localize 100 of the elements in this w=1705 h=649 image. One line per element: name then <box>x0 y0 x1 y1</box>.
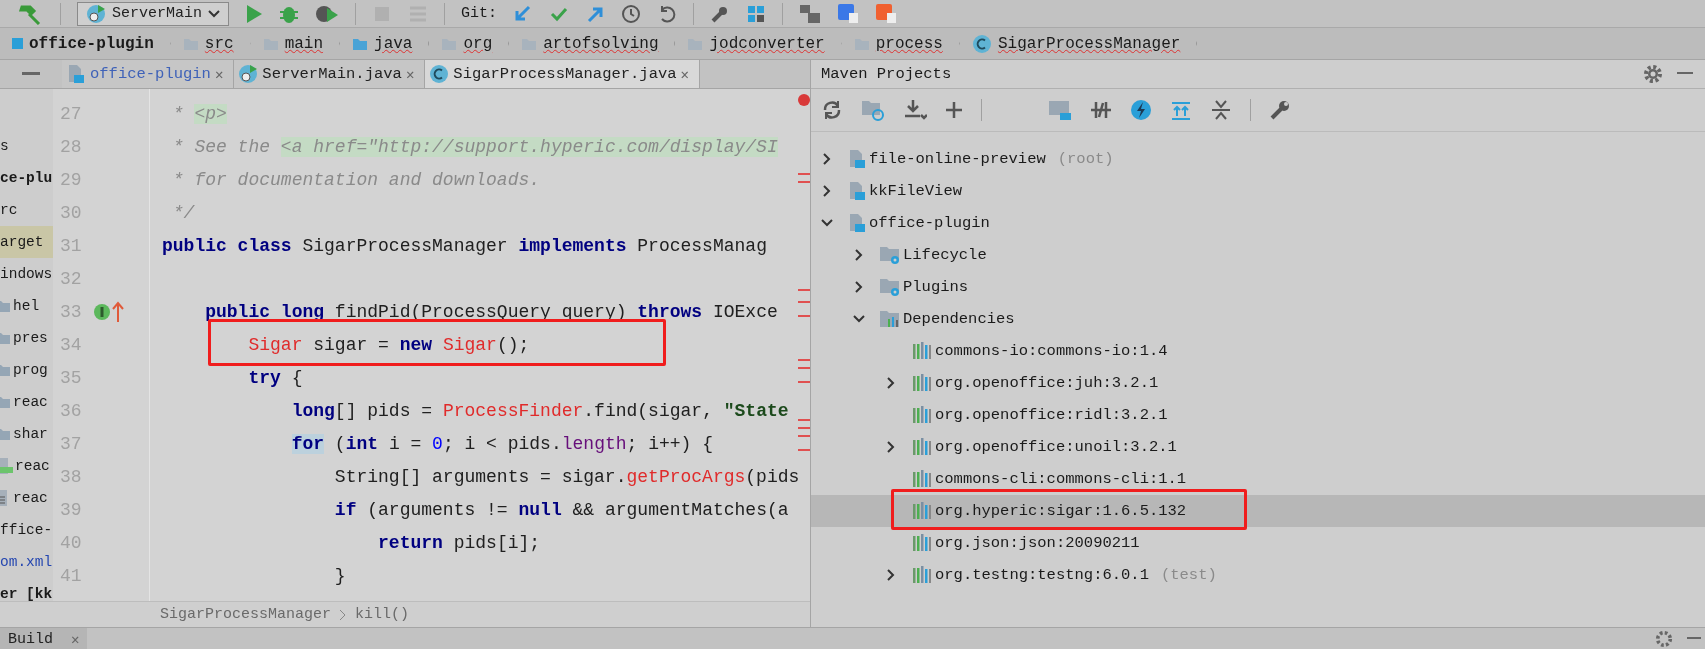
minimize-icon[interactable] <box>1687 637 1701 641</box>
tree-item-label: Lifecycle <box>903 246 987 264</box>
breadcrumb-item[interactable]: main <box>250 28 341 59</box>
project-tree-item[interactable]: shar <box>13 426 48 442</box>
project-tree-item[interactable]: ce-plu <box>0 170 53 186</box>
project-tree-item[interactable]: reac <box>15 458 50 474</box>
collapse-all-icon[interactable] <box>1210 99 1232 121</box>
folder-icon <box>352 36 369 51</box>
tree-item-label: kkFileView <box>869 182 962 200</box>
tree-item-label: commons-io:commons-io:1.4 <box>935 342 1168 360</box>
folder-gear-icon <box>879 277 901 297</box>
project-tree-item[interactable]: ffice- <box>0 522 53 538</box>
implements-marker-icon[interactable] <box>91 299 126 324</box>
project-tree-item[interactable]: prog <box>13 362 48 378</box>
code-line: public class SigarProcessManager implements ProcessManag <box>162 235 767 256</box>
tree-item-label: org.openoffice:juh:3.2.1 <box>935 374 1159 392</box>
breadcrumb-item[interactable]: java <box>340 28 430 59</box>
tree-item-label: org.json:json:20090211 <box>935 534 1140 552</box>
breadcrumb-item[interactable]: process <box>841 28 960 59</box>
breadcrumb-item[interactable]: src <box>170 28 251 59</box>
code-line: String[] arguments = sigar.getProcArgs(pids <box>333 466 800 487</box>
tree-row[interactable]: kkFileView <box>811 175 1705 207</box>
code-line: if (arguments != null && argumentMatches(a <box>333 499 789 520</box>
library-icon <box>911 469 933 489</box>
add-icon[interactable] <box>945 101 963 119</box>
structure-icon[interactable] <box>746 3 767 24</box>
coverage-icon[interactable] <box>315 3 339 24</box>
breadcrumb-item[interactable]: kill() <box>355 606 410 623</box>
library-icon <box>911 437 933 457</box>
history-clock-icon[interactable] <box>621 3 642 24</box>
code-line: return pids[i]; <box>377 532 541 553</box>
project-tree-item[interactable]: s <box>0 138 9 154</box>
project-tree-item[interactable]: reac <box>13 490 48 506</box>
breadcrumb-item[interactable]: jodconverter <box>675 28 842 59</box>
code-line: } <box>333 565 346 586</box>
tree-item-label: org.openoffice:unoil:3.2.1 <box>935 438 1177 456</box>
panel-title: Maven Projects <box>821 65 953 83</box>
project-tree-item[interactable]: om.xml <box>0 554 53 570</box>
tree-row[interactable]: org.hyperic:sigar:1.6.5.132 <box>811 495 1705 527</box>
folder-gear-icon <box>879 245 901 265</box>
code-line: long[] pids = ProcessFinder.find(sigar, "State <box>290 400 789 421</box>
project-tree-item[interactable]: hel <box>13 298 40 314</box>
tree-row[interactable]: commons-cli:commons-cli:1.1 <box>811 463 1705 495</box>
tree-item-label: org.hyperic:sigar:1.6.5.132 <box>935 502 1187 520</box>
toggle-offline-icon[interactable] <box>1090 99 1112 121</box>
code-line: for (int i = 0; i < pids.length; i++) { <box>290 433 713 454</box>
minimize-icon[interactable] <box>22 72 40 76</box>
tree-row[interactable]: commons-io:commons-io:1.4 <box>811 335 1705 367</box>
editor-tab[interactable]: ServerMain.java ✕ <box>234 60 426 88</box>
refresh-icon[interactable] <box>821 99 843 121</box>
tree-row[interactable]: org.json:json:20090211 <box>811 527 1705 559</box>
editor-tab[interactable]: SigarProcessManager.java ✕ <box>425 60 700 88</box>
project-tree-item[interactable]: er [kk <box>0 586 53 601</box>
settings-icon[interactable] <box>1643 64 1663 84</box>
lightning-icon[interactable] <box>1130 99 1152 121</box>
settings-icon[interactable] <box>1655 630 1673 648</box>
code-line: */ <box>171 202 195 223</box>
tree-row[interactable]: org.openoffice:juh:3.2.1 <box>811 367 1705 399</box>
tree-item-label: commons-cli:commons-cli:1.1 <box>935 470 1187 488</box>
close-icon[interactable]: ✕ <box>405 65 415 83</box>
breadcrumb-item[interactable]: SigarProcessManager <box>160 606 332 623</box>
tree-row[interactable]: org.openoffice:unoil:3.2.1 <box>811 431 1705 463</box>
tree-item-label: office-plugin <box>869 214 990 232</box>
library-icon <box>911 405 933 425</box>
close-icon[interactable]: ✕ <box>214 65 224 83</box>
breadcrumb-item[interactable]: SigarProcessManager <box>959 28 1198 59</box>
file-icon <box>0 457 13 475</box>
tree-row[interactable]: Plugins <box>811 271 1705 303</box>
tree-item-label: Plugins <box>903 278 969 296</box>
tree-row[interactable]: Dependencies <box>811 303 1705 335</box>
breadcrumb-item[interactable]: org <box>429 28 510 59</box>
library-icon <box>911 533 933 553</box>
window-icon[interactable] <box>799 3 822 24</box>
tree-item-label: org.openoffice:ridl:3.2.1 <box>935 406 1168 424</box>
download-icon[interactable] <box>903 99 927 121</box>
tree-row[interactable]: Lifecycle <box>811 239 1705 271</box>
wrench-icon[interactable] <box>1269 99 1291 121</box>
project-tree-item[interactable]: reac <box>13 394 48 410</box>
minimize-icon[interactable] <box>1677 72 1693 76</box>
run-class-icon <box>238 64 259 84</box>
run-configuration-dropdown[interactable]: ServerMain <box>77 1 229 26</box>
close-icon[interactable]: ✕ <box>680 65 689 83</box>
tree-row[interactable]: office-plugin <box>811 207 1705 239</box>
library-icon <box>911 565 933 585</box>
project-tree-item[interactable]: pres <box>13 330 48 346</box>
code-line: Sigar sigar = new Sigar(); <box>247 334 530 355</box>
tree-row[interactable]: org.openoffice:ridl:3.2.1 <box>811 399 1705 431</box>
tree-row[interactable]: org.testng:testng:6.0.1 (test) <box>811 559 1705 591</box>
breadcrumb-item[interactable]: office-plugin <box>0 28 171 59</box>
tool-window-tab[interactable]: Build ✕ <box>0 628 88 649</box>
folder-chart-icon <box>879 309 901 329</box>
breadcrumb-item[interactable]: artofsolving <box>509 28 676 59</box>
tree-item-label: file-online-preview <box>869 150 1046 168</box>
editor-tab[interactable]: office-plugin ✕ <box>62 60 235 88</box>
vcs-label: Git: <box>461 5 498 22</box>
caret-icon <box>208 8 220 19</box>
project-tree-item[interactable]: indows <box>0 266 53 282</box>
tree-row[interactable]: file-online-preview (root) <box>811 143 1705 175</box>
run-class-icon <box>86 3 106 24</box>
project-tree-item[interactable]: rc <box>0 202 18 218</box>
